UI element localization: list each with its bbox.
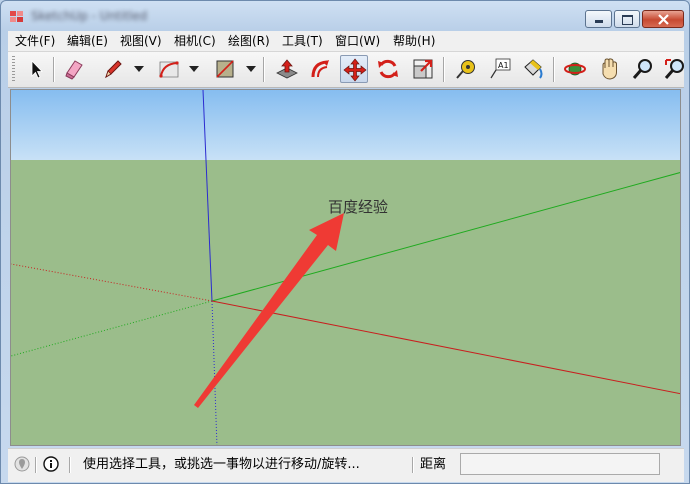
menu-window[interactable]: 窗口(W) xyxy=(335,33,380,49)
menu-camera[interactable]: 相机(C) xyxy=(174,33,216,49)
zoom-extents-tool-button[interactable] xyxy=(661,55,689,83)
toolbar-grip[interactable] xyxy=(12,56,15,83)
select-icon xyxy=(31,60,43,79)
green-axis xyxy=(211,172,680,302)
pencil-icon xyxy=(105,60,122,79)
rectangle-dropdown-icon[interactable] xyxy=(246,65,256,73)
push-pull-tool-button[interactable] xyxy=(273,55,301,83)
scale-icon xyxy=(413,59,433,79)
red-axis-negative xyxy=(11,263,213,302)
status-separator xyxy=(35,457,37,473)
blue-axis-negative xyxy=(211,300,218,445)
pencil-tool-button[interactable] xyxy=(99,55,127,83)
toolbar-separator xyxy=(263,57,265,82)
rectangle-icon xyxy=(216,60,234,78)
paint-bucket-tool-button[interactable] xyxy=(519,55,547,83)
green-axis-negative xyxy=(11,300,213,357)
app-window: SketchUp - Untitled 文件(F) 编辑(E) 视图(V) 相机… xyxy=(0,0,690,484)
eraser-tool-button[interactable] xyxy=(60,55,88,83)
title-bar[interactable]: SketchUp - Untitled xyxy=(1,1,689,31)
arc-dropdown-icon[interactable] xyxy=(189,65,199,73)
zoom-icon xyxy=(632,59,652,79)
text-tool-glyph: A1 xyxy=(498,61,509,70)
orbit-icon xyxy=(564,62,586,76)
scene-canvas xyxy=(11,90,680,445)
menu-bar: 文件(F) 编辑(E) 视图(V) 相机(C) 绘图(R) 工具(T) 窗口(W… xyxy=(8,31,684,52)
orbit-tool-button[interactable] xyxy=(561,55,589,83)
pencil-dropdown-icon[interactable] xyxy=(134,65,144,73)
eraser-icon xyxy=(65,60,83,80)
toolbar-separator xyxy=(443,57,445,82)
rotate-tool-button[interactable] xyxy=(374,55,402,83)
offset-tool-button[interactable] xyxy=(307,55,335,83)
arc-tool-button[interactable] xyxy=(155,55,183,83)
maximize-icon xyxy=(622,15,633,25)
measurement-input[interactable] xyxy=(460,453,660,475)
status-message: 使用选择工具，或挑选一事物以进行移动/旋转... xyxy=(83,457,360,472)
geo-location-icon[interactable] xyxy=(14,456,30,472)
offset-icon xyxy=(311,60,329,78)
toolbar-separator xyxy=(53,57,55,82)
rectangle-tool-button[interactable] xyxy=(211,55,239,83)
toolbar: A1 xyxy=(8,52,684,88)
rotate-icon xyxy=(378,59,398,79)
close-icon xyxy=(658,14,669,25)
tape-measure-tool-button[interactable] xyxy=(452,55,480,83)
menu-tools[interactable]: 工具(T) xyxy=(282,33,323,49)
push-pull-icon xyxy=(276,59,298,79)
minimize-icon xyxy=(595,20,603,23)
menu-file[interactable]: 文件(F) xyxy=(15,33,55,49)
drawing-viewport[interactable]: 百度经验 xyxy=(10,89,681,446)
select-tool-button[interactable] xyxy=(22,55,50,83)
zoom-tool-button[interactable] xyxy=(629,55,657,83)
annotation-text: 百度经验 xyxy=(328,198,389,216)
maximize-button[interactable] xyxy=(614,10,640,28)
measurement-label: 距离 xyxy=(420,457,447,472)
tape-measure-icon xyxy=(456,60,475,79)
pan-tool-button[interactable] xyxy=(595,55,623,83)
menu-help[interactable]: 帮助(H) xyxy=(393,33,435,49)
menu-edit[interactable]: 编辑(E) xyxy=(67,33,108,49)
instructor-info-icon[interactable] xyxy=(43,456,59,472)
zoom-extents-icon xyxy=(664,59,684,79)
text-icon: A1 xyxy=(490,58,511,79)
move-tool-button[interactable] xyxy=(340,55,368,83)
status-separator xyxy=(69,457,71,473)
arc-icon xyxy=(159,61,179,78)
blue-axis xyxy=(202,90,213,302)
menu-draw[interactable]: 绘图(R) xyxy=(228,33,270,49)
scale-tool-button[interactable] xyxy=(409,55,437,83)
status-separator xyxy=(412,457,414,473)
menu-view[interactable]: 视图(V) xyxy=(120,33,162,49)
minimize-button[interactable] xyxy=(585,10,612,28)
annotation-arrow xyxy=(194,213,344,408)
move-icon xyxy=(343,58,367,82)
status-bar: 使用选择工具，或挑选一事物以进行移动/旋转... 距离 xyxy=(8,448,684,482)
app-logo-icon xyxy=(10,11,23,22)
close-button[interactable] xyxy=(642,10,684,28)
window-title: SketchUp - Untitled xyxy=(31,9,148,23)
red-axis xyxy=(211,300,680,395)
pan-icon xyxy=(602,58,617,80)
paint-bucket-icon xyxy=(524,59,543,79)
text-tool-button[interactable]: A1 xyxy=(486,55,514,83)
toolbar-separator xyxy=(553,57,555,82)
